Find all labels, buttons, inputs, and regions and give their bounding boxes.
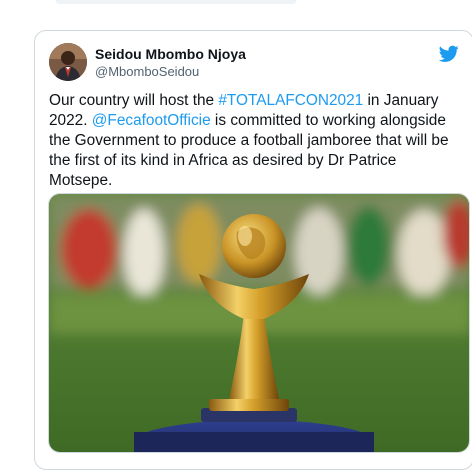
- embedded-tweet-card[interactable]: Seidou Mbombo Njoya @MbomboSeidou Our co…: [34, 30, 472, 470]
- previous-tweet-edge: [56, 0, 296, 4]
- tweet-text-part: Our country will host the: [49, 92, 219, 109]
- hashtag-link[interactable]: #TOTALAFCON2021: [218, 92, 363, 109]
- tweet-media-image[interactable]: [48, 193, 470, 453]
- tweet-text: Our country will host the #TOTALAFCON202…: [49, 91, 459, 191]
- mention-link[interactable]: @FecafootOfficie: [92, 112, 211, 129]
- author-handle[interactable]: @MbomboSeidou: [95, 64, 199, 79]
- trophy-photo: [49, 194, 469, 452]
- twitter-bird-icon[interactable]: [439, 45, 459, 63]
- author-display-name[interactable]: Seidou Mbombo Njoya: [95, 46, 246, 62]
- avatar[interactable]: [49, 43, 87, 81]
